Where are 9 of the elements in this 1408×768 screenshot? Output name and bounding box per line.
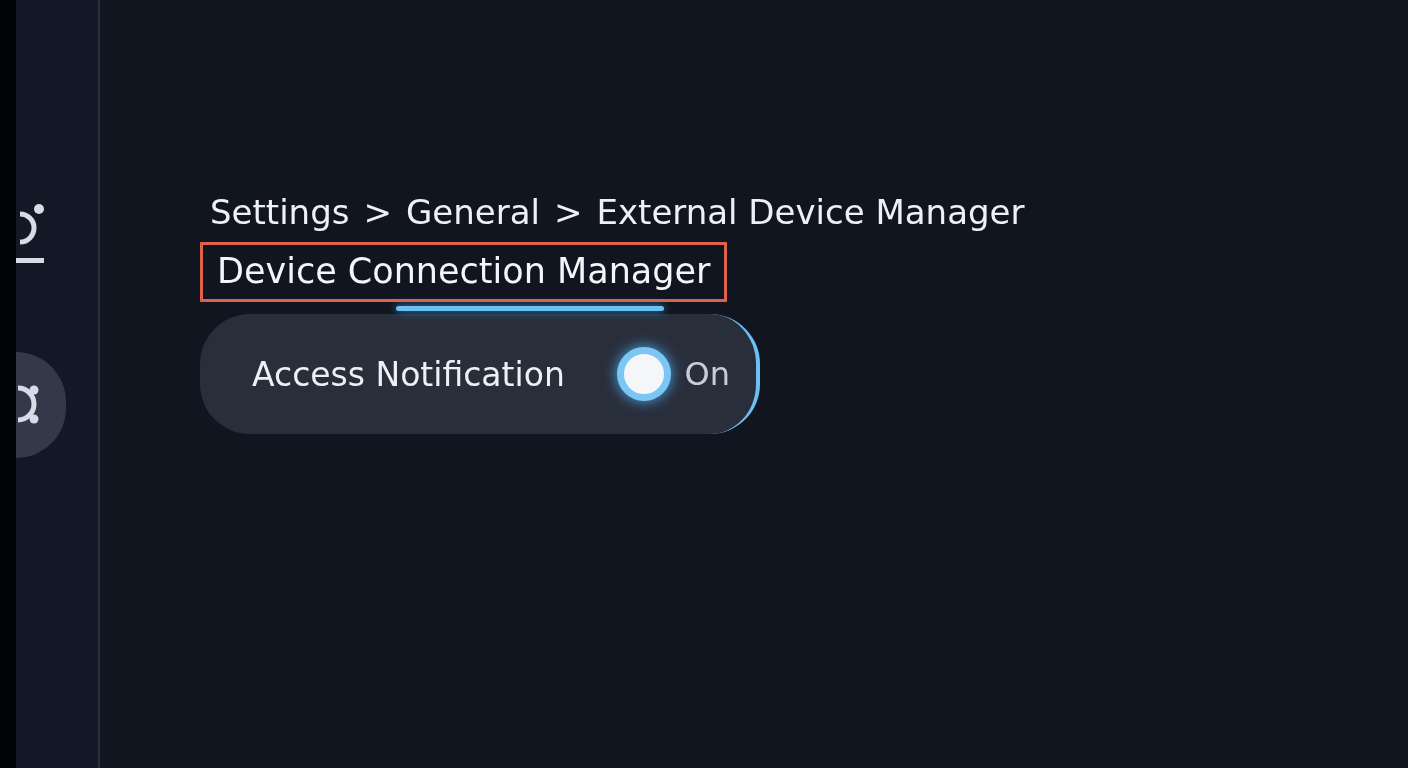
toggle-switch[interactable] [616,347,671,401]
page-title: Device Connection Manager [200,242,728,302]
breadcrumb-separator: > [363,192,392,232]
setting-label: Access Notification [252,354,566,394]
breadcrumb-item[interactable]: Settings [210,192,350,232]
breadcrumb-separator: > [553,192,583,232]
breadcrumb-item[interactable]: General [405,192,540,232]
breadcrumb-item[interactable]: External Device Manager [596,192,1025,232]
setting-value: On [684,355,730,393]
